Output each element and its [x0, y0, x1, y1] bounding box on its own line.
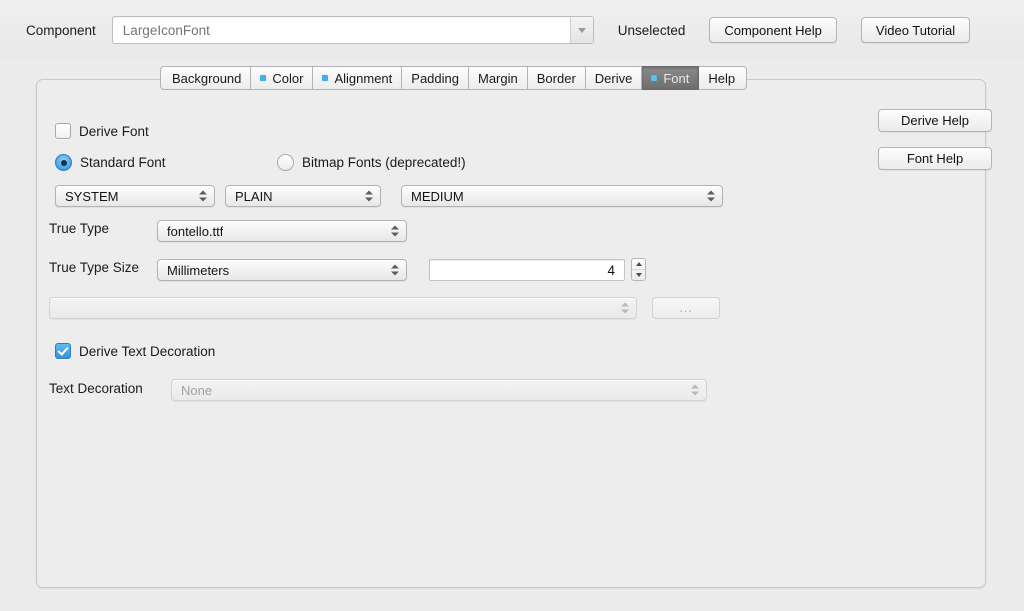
- derive-font-label: Derive Font: [79, 124, 149, 139]
- tab-border[interactable]: Border: [528, 66, 586, 90]
- derive-text-decoration-row[interactable]: Derive Text Decoration: [55, 343, 215, 359]
- font-help-button[interactable]: Font Help: [878, 147, 992, 170]
- font-settings-panel: Derive Font Standard Font Bitmap Fonts (…: [36, 79, 986, 588]
- derive-help-button[interactable]: Derive Help: [878, 109, 992, 132]
- component-label: Component: [26, 23, 96, 38]
- video-tutorial-button[interactable]: Video Tutorial: [861, 17, 970, 43]
- true-type-size-input[interactable]: [430, 262, 617, 279]
- modified-dot-icon: [260, 75, 266, 81]
- true-type-size-label-wrap: True Type Size: [49, 260, 139, 275]
- derive-font-row[interactable]: Derive Font: [55, 123, 149, 139]
- tab-padding[interactable]: Padding: [402, 66, 469, 90]
- font-style-select[interactable]: PLAIN: [225, 185, 381, 207]
- standard-font-label: Standard Font: [80, 155, 166, 170]
- stepper-arrows-icon: [391, 226, 399, 237]
- tab-label: Background: [172, 71, 241, 86]
- selection-status-label: Unselected: [618, 23, 686, 38]
- bitmap-fonts-label: Bitmap Fonts (deprecated!): [302, 155, 466, 170]
- stepper-arrows-icon: [199, 191, 207, 202]
- component-input[interactable]: [121, 22, 565, 39]
- bitmap-fonts-radio[interactable]: [277, 154, 294, 171]
- style-tab-bar: Background Color Alignment Padding Margi…: [0, 66, 1024, 92]
- standard-font-radio[interactable]: [55, 154, 72, 171]
- tab-font[interactable]: Font: [642, 66, 699, 90]
- browse-button[interactable]: ...: [652, 297, 720, 319]
- tab-help[interactable]: Help: [699, 66, 747, 90]
- tab-color[interactable]: Color: [251, 66, 313, 90]
- font-family-value: SYSTEM: [65, 189, 118, 204]
- modified-dot-icon: [651, 75, 657, 81]
- tab-derive[interactable]: Derive: [586, 66, 643, 90]
- text-decoration-value: None: [181, 383, 212, 398]
- derive-text-decoration-checkbox[interactable]: [55, 343, 71, 359]
- font-file-select[interactable]: [49, 297, 637, 319]
- text-decoration-select[interactable]: None: [171, 379, 707, 401]
- font-size-value: MEDIUM: [411, 189, 464, 204]
- stepper-arrows-icon: [391, 265, 399, 276]
- stepper-arrows-icon: [691, 385, 699, 396]
- stepper-up-button[interactable]: [632, 259, 645, 270]
- stepper-arrows-icon: [707, 191, 715, 202]
- stepper-arrows-icon: [621, 303, 629, 314]
- true-type-value: fontello.ttf: [167, 224, 223, 239]
- text-decoration-label: Text Decoration: [49, 381, 143, 396]
- tab-alignment[interactable]: Alignment: [313, 66, 402, 90]
- true-type-size-stepper[interactable]: [631, 258, 646, 281]
- derive-text-decoration-label: Derive Text Decoration: [79, 344, 215, 359]
- stepper-down-button[interactable]: [632, 270, 645, 280]
- font-family-select[interactable]: SYSTEM: [55, 185, 215, 207]
- tab-label: Alignment: [334, 71, 392, 86]
- font-style-value: PLAIN: [235, 189, 273, 204]
- chevron-down-icon: [578, 28, 586, 33]
- tab-label: Color: [272, 71, 303, 86]
- component-combobox[interactable]: [112, 16, 594, 44]
- tab-label: Font: [663, 71, 689, 86]
- top-toolbar: Component Unselected Component Help Vide…: [0, 0, 1024, 60]
- true-type-size-field[interactable]: [429, 259, 625, 281]
- true-type-size-unit-value: Millimeters: [167, 263, 229, 278]
- stepper-arrows-icon: [365, 191, 373, 202]
- text-decoration-label-wrap: Text Decoration: [49, 381, 143, 396]
- derive-font-checkbox[interactable]: [55, 123, 71, 139]
- font-size-select[interactable]: MEDIUM: [401, 185, 723, 207]
- component-help-button[interactable]: Component Help: [709, 17, 837, 43]
- standard-font-radio-row[interactable]: Standard Font: [55, 154, 166, 171]
- tab-label: Padding: [411, 71, 459, 86]
- tab-label: Margin: [478, 71, 518, 86]
- tab-label: Border: [537, 71, 576, 86]
- modified-dot-icon: [322, 75, 328, 81]
- true-type-label-wrap: True Type: [49, 221, 109, 236]
- true-type-select[interactable]: fontello.ttf: [157, 220, 407, 242]
- tab-margin[interactable]: Margin: [469, 66, 528, 90]
- true-type-label: True Type: [49, 221, 109, 236]
- tab-label: Help: [708, 71, 735, 86]
- component-dropdown-button[interactable]: [570, 17, 593, 43]
- true-type-size-unit-select[interactable]: Millimeters: [157, 259, 407, 281]
- tab-background[interactable]: Background: [160, 66, 251, 90]
- bitmap-fonts-radio-row[interactable]: Bitmap Fonts (deprecated!): [277, 154, 466, 171]
- true-type-size-label: True Type Size: [49, 260, 139, 275]
- tab-label: Derive: [595, 71, 633, 86]
